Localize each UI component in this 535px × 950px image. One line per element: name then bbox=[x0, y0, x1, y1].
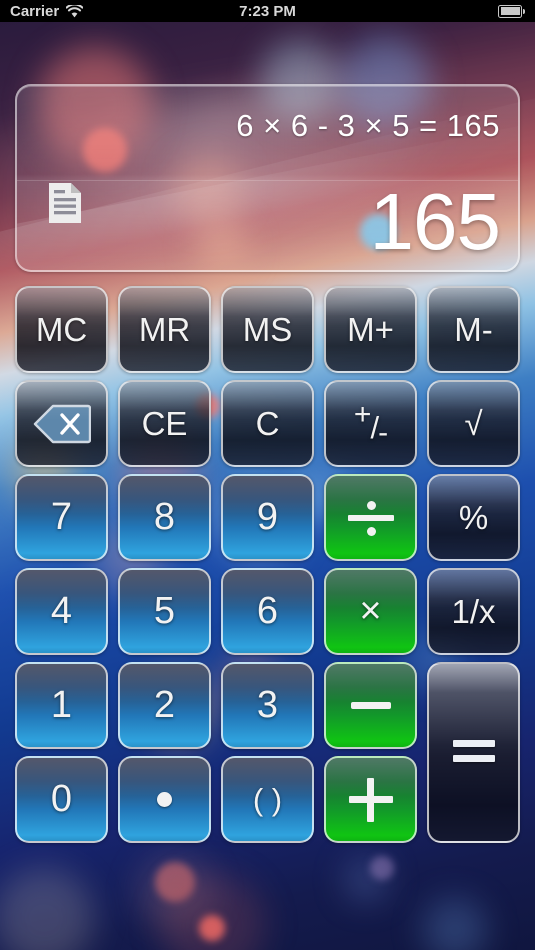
key-label: CE bbox=[141, 404, 188, 442]
key-label: √ bbox=[464, 404, 483, 442]
key-clear[interactable]: C bbox=[221, 380, 314, 467]
expression-history: 6 × 6 - 3 × 5 = 165 bbox=[236, 108, 500, 143]
key-label: 5 bbox=[153, 590, 176, 632]
bokeh-circle bbox=[423, 898, 487, 950]
key-label: 7 bbox=[50, 496, 73, 538]
equals-icon bbox=[452, 739, 495, 766]
key-memory-recall[interactable]: MR bbox=[118, 286, 211, 373]
key-5[interactable]: 5 bbox=[118, 568, 211, 655]
decimal-dot-icon bbox=[157, 792, 172, 807]
key-3[interactable]: 3 bbox=[221, 662, 314, 749]
key-label: 3 bbox=[256, 684, 279, 726]
key-label: 2 bbox=[153, 684, 176, 726]
status-bar: Carrier 7:23 PM bbox=[0, 0, 535, 22]
key-backspace[interactable] bbox=[15, 380, 108, 467]
key-sign-toggle[interactable]: +/- bbox=[324, 380, 417, 467]
backspace-icon bbox=[33, 404, 91, 444]
key-label: 4 bbox=[50, 590, 73, 632]
key-label: MC bbox=[35, 310, 88, 348]
key-7[interactable]: 7 bbox=[15, 474, 108, 561]
key-label: 9 bbox=[256, 496, 279, 538]
minus-icon bbox=[350, 702, 391, 709]
key-memory-subtract[interactable]: M- bbox=[427, 286, 520, 373]
key-reciprocal[interactable]: 1/x bbox=[427, 568, 520, 655]
key-add[interactable] bbox=[324, 756, 417, 843]
key-1[interactable]: 1 bbox=[15, 662, 108, 749]
result-value: 165 bbox=[369, 177, 501, 266]
key-label: 8 bbox=[153, 496, 176, 538]
key-clear-entry[interactable]: CE bbox=[118, 380, 211, 467]
key-label: 1/x bbox=[451, 592, 496, 630]
key-square-root[interactable]: √ bbox=[427, 380, 520, 467]
key-decimal[interactable] bbox=[118, 756, 211, 843]
key-2[interactable]: 2 bbox=[118, 662, 211, 749]
calculator-keypad: MC MR MS M+ M- CE C +/- √ 7 8 9% 4 5 6 × 1/x 1 2 3 0 ( ) bbox=[15, 286, 520, 843]
key-label: 6 bbox=[256, 590, 279, 632]
key-label: M+ bbox=[347, 310, 394, 348]
key-label: 1 bbox=[50, 684, 73, 726]
key-multiply[interactable]: × bbox=[324, 568, 417, 655]
key-equals[interactable] bbox=[427, 662, 520, 843]
key-label: MS bbox=[242, 310, 293, 348]
key-percent[interactable]: % bbox=[427, 474, 520, 561]
key-label: ( ) bbox=[252, 781, 283, 817]
key-parentheses[interactable]: ( ) bbox=[221, 756, 314, 843]
key-memory-clear[interactable]: MC bbox=[15, 286, 108, 373]
divide-icon bbox=[347, 498, 394, 538]
key-label: % bbox=[458, 498, 489, 536]
plus-icon bbox=[348, 777, 393, 822]
key-memory-store[interactable]: MS bbox=[221, 286, 314, 373]
status-time: 7:23 PM bbox=[239, 2, 296, 20]
key-subtract[interactable] bbox=[324, 662, 417, 749]
bokeh-circle bbox=[370, 856, 394, 880]
key-label: MR bbox=[138, 310, 191, 348]
key-label: × bbox=[359, 590, 382, 632]
key-label: M- bbox=[454, 310, 493, 348]
key-8[interactable]: 8 bbox=[118, 474, 211, 561]
key-9[interactable]: 9 bbox=[221, 474, 314, 561]
calculator-display-panel: 6 × 6 - 3 × 5 = 165 165 bbox=[15, 84, 520, 272]
key-memory-add[interactable]: M+ bbox=[324, 286, 417, 373]
key-4[interactable]: 4 bbox=[15, 568, 108, 655]
key-0[interactable]: 0 bbox=[15, 756, 108, 843]
key-6[interactable]: 6 bbox=[221, 568, 314, 655]
key-label: +/- bbox=[353, 397, 388, 449]
key-divide[interactable] bbox=[324, 474, 417, 561]
battery-icon bbox=[498, 4, 525, 18]
document-icon[interactable] bbox=[47, 182, 83, 224]
key-label: C bbox=[255, 404, 280, 442]
key-label: 0 bbox=[50, 778, 73, 820]
